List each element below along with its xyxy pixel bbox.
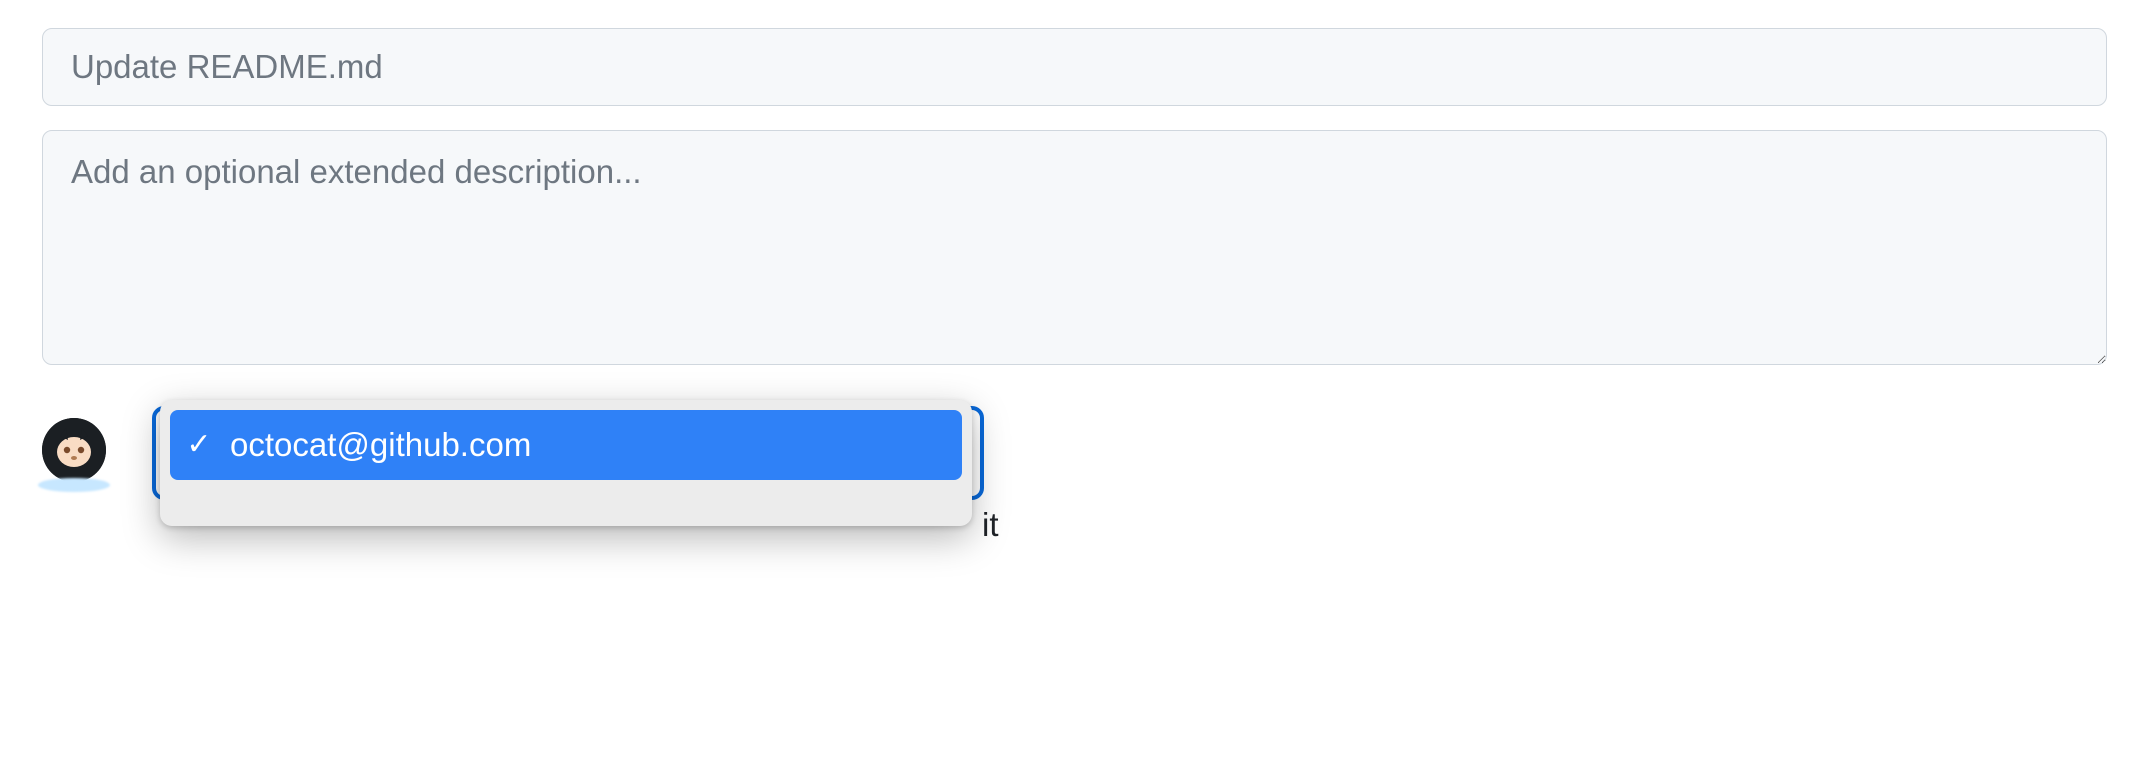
author-email-option-label: octocat@github.com bbox=[230, 426, 531, 464]
author-email-option[interactable]: ✓ octocat@github.com bbox=[170, 410, 962, 480]
commit-author-row: ✓ octocat@github.com it bbox=[42, 412, 2107, 482]
commit-description-textarea[interactable] bbox=[42, 130, 2107, 365]
commit-title-input[interactable] bbox=[42, 28, 2107, 106]
obscured-trailing-text: it bbox=[982, 506, 999, 544]
author-avatar bbox=[42, 418, 106, 482]
author-email-dropdown: ✓ octocat@github.com bbox=[160, 400, 972, 526]
check-icon: ✓ bbox=[186, 430, 212, 460]
